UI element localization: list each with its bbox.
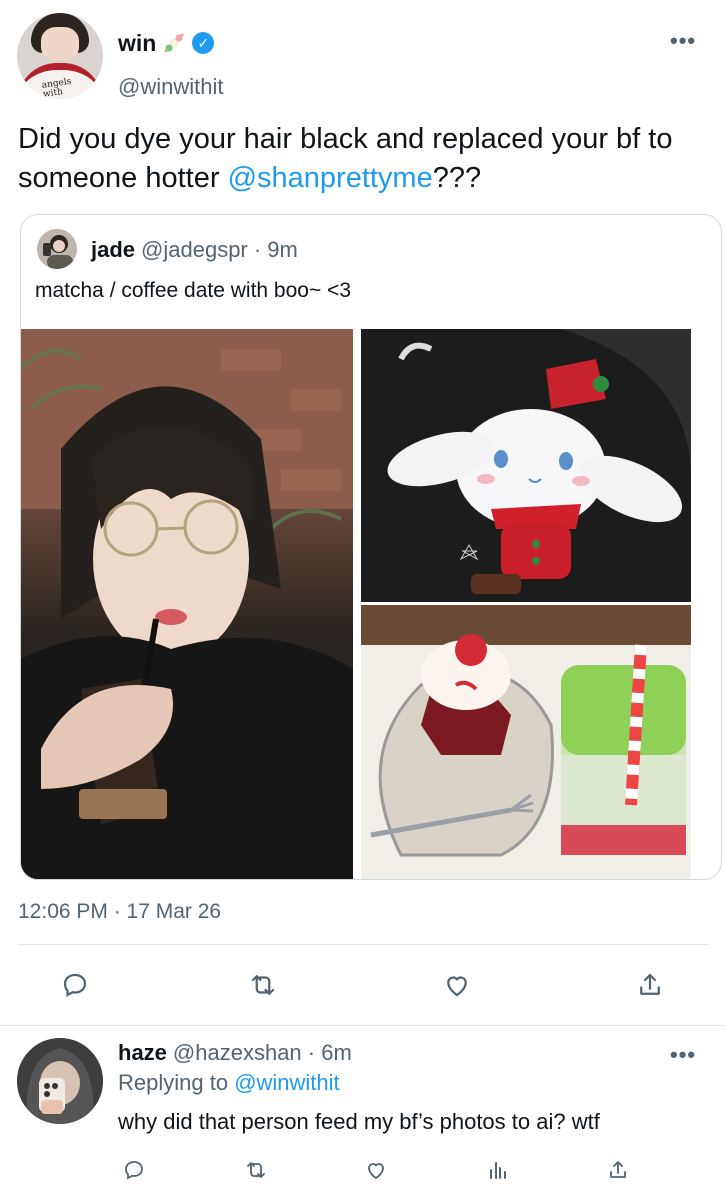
reply-retweet-icon[interactable]	[244, 1158, 268, 1182]
mention-link[interactable]: @shanprettyme	[228, 162, 433, 194]
replying-to: Replying to @winwithit	[118, 1070, 340, 1096]
reply-like-heart-icon[interactable]	[364, 1158, 388, 1182]
photo-cupcake-matcha[interactable]	[361, 605, 691, 879]
handle[interactable]: @winwithit	[118, 74, 223, 100]
author-name-row: win ✓	[118, 28, 215, 58]
reply-header: haze @hazexshan · 6m	[118, 1040, 352, 1066]
reply-reply-icon[interactable]	[122, 1158, 146, 1182]
share-icon[interactable]	[635, 970, 665, 1000]
avatar-shirt-text: angels with di...	[41, 76, 73, 99]
quote-handle-time: @jadegspr · 9m	[141, 237, 298, 262]
retweet-icon[interactable]	[248, 970, 278, 1000]
reply-text: why did that person feed my bf’s photos …	[118, 1109, 600, 1134]
divider	[0, 1025, 725, 1026]
verified-badge-icon: ✓	[192, 32, 215, 54]
reply-tweet[interactable]: haze @hazexshan · 6m ••• Replying to @wi…	[0, 1028, 725, 1199]
skewer-emoji-icon	[162, 32, 186, 54]
avatar-face	[41, 27, 79, 61]
quote-tweet[interactable]: jade @jadegspr · 9m matcha / coffee date…	[20, 214, 722, 880]
more-options-icon[interactable]: •••	[670, 28, 696, 54]
quote-avatar[interactable]	[37, 229, 77, 269]
quote-text: matcha / coffee date with boo~ <3	[35, 279, 351, 302]
reply-more-options-icon[interactable]: •••	[670, 1042, 696, 1068]
reply-analytics-icon[interactable]	[486, 1158, 510, 1182]
photo-person-drinking[interactable]	[21, 329, 353, 879]
reply-avatar[interactable]	[17, 1038, 103, 1124]
reply-icon[interactable]	[60, 970, 90, 1000]
display-name[interactable]: win	[118, 30, 156, 57]
replying-to-mention[interactable]: @winwithit	[234, 1070, 339, 1095]
avatar[interactable]: angels with di...	[17, 13, 103, 99]
main-tweet: angels with di... win ✓ @winwithit ••• D…	[0, 0, 725, 1028]
reply-handle-time: @hazexshan · 6m	[172, 1040, 352, 1065]
tweet-text: Did you dye your hair black and replaced…	[18, 120, 708, 198]
tweet-timestamp[interactable]: 12:06 PM · 17 Mar 26	[18, 900, 221, 924]
reply-display-name[interactable]: haze	[118, 1040, 167, 1066]
like-heart-icon[interactable]	[442, 970, 472, 1000]
divider	[18, 944, 708, 945]
tweet-text-part: ???	[432, 162, 482, 194]
replying-to-label: Replying to	[118, 1070, 235, 1095]
photo-cinnamoroll-plush[interactable]	[361, 329, 691, 602]
quote-display-name[interactable]: jade	[91, 237, 135, 263]
quote-header: jade @jadegspr · 9m	[91, 237, 298, 263]
reply-share-icon[interactable]	[606, 1158, 630, 1182]
